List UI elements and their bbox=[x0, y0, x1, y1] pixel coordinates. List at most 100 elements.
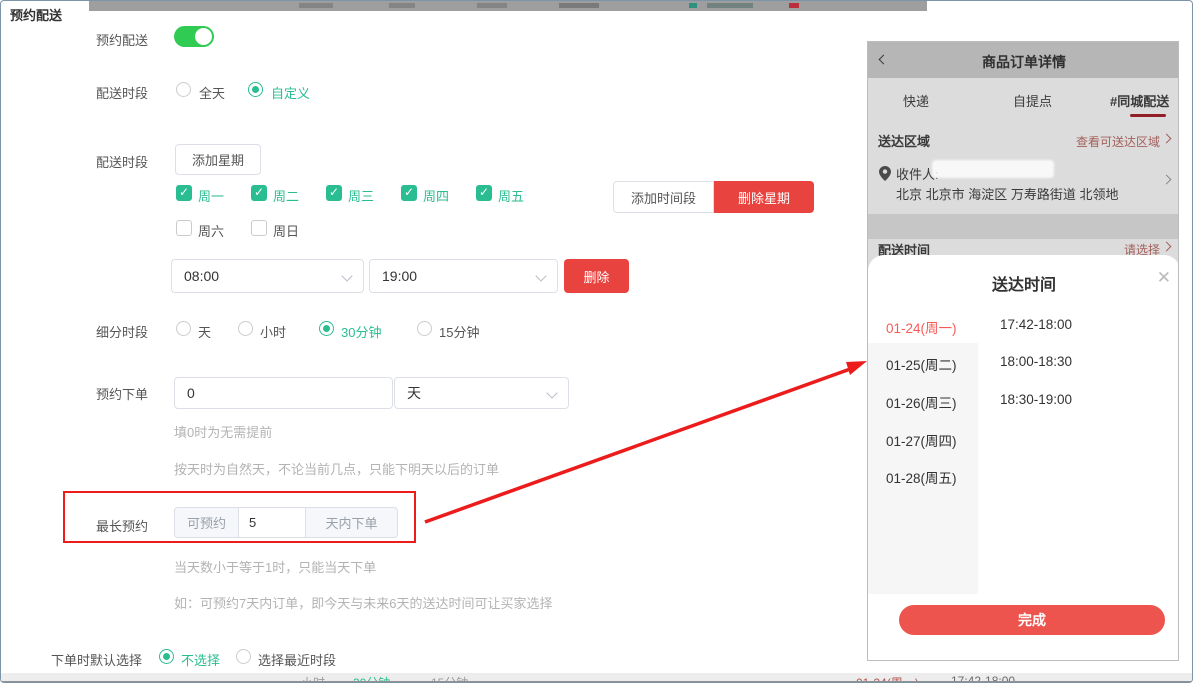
radio-custom[interactable] bbox=[248, 82, 263, 97]
background-bottom-sliver: 小时 30分钟 15分钟 01-24(周一) 17:42-18:00 bbox=[1, 673, 1193, 681]
checkbox-wednesday-label[interactable]: 周三 bbox=[348, 186, 374, 205]
radio-all-day[interactable] bbox=[176, 82, 191, 97]
period-row-label: 配送时段 bbox=[96, 83, 148, 102]
phone-preview: 商品订单详情 快递 自提点 #同城配送 送达区域 查看可送达区域 收件人: 北京… bbox=[867, 41, 1179, 661]
radio-day[interactable] bbox=[176, 321, 191, 336]
reservation-delivery-toggle[interactable] bbox=[174, 26, 214, 47]
screenshot-root: 预约配送 预约配送 配送时段 全天 自定义 配送时段 添加星期 周一 周二 周三… bbox=[0, 0, 1193, 683]
max-booking-prefix: 可预约 bbox=[174, 507, 238, 538]
max-booking-suffix: 天内下单 bbox=[306, 507, 398, 538]
end-time-value: 19:00 bbox=[382, 268, 417, 284]
background-red-mark bbox=[789, 3, 799, 8]
clipped-radio-label: 30分钟 bbox=[353, 674, 390, 681]
modal-title: 送达时间 bbox=[868, 271, 1179, 295]
date-item[interactable]: 01-28(周五) bbox=[886, 467, 957, 487]
radio-day-label[interactable]: 天 bbox=[198, 322, 211, 341]
done-button[interactable]: 完成 bbox=[899, 605, 1165, 635]
delivery-time-modal: 送达时间 ✕ 01-24(周一) 01-25(周二) 01-26(周三) 01-… bbox=[868, 255, 1179, 661]
checkbox-friday-label[interactable]: 周五 bbox=[498, 186, 524, 205]
checkbox-tuesday-label[interactable]: 周二 bbox=[273, 186, 299, 205]
checkbox-wednesday[interactable] bbox=[326, 185, 342, 201]
radio-custom-label[interactable]: 自定义 bbox=[271, 83, 310, 102]
radio-no-select-label[interactable]: 不选择 bbox=[181, 650, 220, 669]
background-top-sliver bbox=[89, 1, 927, 11]
clipped-radio-label: 小时 bbox=[301, 674, 325, 681]
add-week-button[interactable]: 添加星期 bbox=[175, 144, 261, 175]
chevron-right-icon bbox=[1162, 242, 1172, 252]
checkbox-friday[interactable] bbox=[476, 185, 492, 201]
granularity-row-label: 细分时段 bbox=[96, 322, 148, 341]
radio-30min-label[interactable]: 30分钟 bbox=[341, 322, 381, 341]
time-slot[interactable]: 18:30-19:00 bbox=[1000, 392, 1072, 407]
advance-days-input[interactable]: 0 bbox=[174, 377, 393, 409]
privacy-mask bbox=[932, 160, 1054, 178]
background-blob bbox=[477, 3, 507, 8]
end-time-select[interactable]: 19:00 bbox=[369, 259, 558, 293]
date-item[interactable]: 01-27(周四) bbox=[886, 430, 957, 450]
clipped-radio-label: 15分钟 bbox=[431, 674, 468, 681]
clipped-date-label: 01-24(周一) bbox=[856, 674, 919, 681]
radio-all-day-label[interactable]: 全天 bbox=[199, 83, 225, 102]
radio-no-select[interactable] bbox=[159, 649, 174, 664]
address-detail: 北京 北京市 海淀区 万寿路街道 北领地 bbox=[896, 184, 1118, 203]
add-timeslot-button[interactable]: 添加时间段 bbox=[613, 181, 714, 213]
radio-15min[interactable] bbox=[417, 321, 432, 336]
section-gap bbox=[868, 214, 1179, 239]
clipped-time-label: 17:42-18:00 bbox=[951, 674, 1015, 681]
max-booking-input[interactable]: 5 bbox=[238, 507, 306, 538]
checkbox-saturday[interactable] bbox=[176, 220, 192, 236]
background-blob bbox=[707, 3, 753, 8]
date-item[interactable]: 01-26(周三) bbox=[886, 392, 957, 412]
start-time-value: 08:00 bbox=[184, 268, 219, 284]
date-item[interactable]: 01-25(周二) bbox=[886, 354, 957, 374]
chevron-down-icon bbox=[341, 270, 352, 281]
toggle-knob bbox=[195, 28, 212, 45]
time-slot[interactable]: 17:42-18:00 bbox=[1000, 317, 1072, 332]
checkbox-sunday-label[interactable]: 周日 bbox=[273, 221, 299, 240]
delete-week-button[interactable]: 删除星期 bbox=[714, 181, 814, 213]
chevron-right-icon[interactable] bbox=[1162, 175, 1172, 185]
advance-unit-select[interactable]: 天 bbox=[394, 377, 569, 409]
checkbox-tuesday[interactable] bbox=[251, 185, 267, 201]
radio-30min[interactable] bbox=[319, 321, 334, 336]
start-time-select[interactable]: 08:00 bbox=[171, 259, 364, 293]
toggle-row-label: 预约配送 bbox=[96, 30, 148, 49]
radio-nearest-slot-label[interactable]: 选择最近时段 bbox=[258, 650, 336, 669]
background-checkbox-sliver bbox=[689, 3, 697, 8]
delete-timeslot-button[interactable]: 删除 bbox=[564, 259, 629, 293]
chevron-down-icon bbox=[535, 270, 546, 281]
chevron-down-icon bbox=[546, 387, 557, 398]
tab-pickup-point[interactable]: 自提点 bbox=[1013, 91, 1052, 110]
chevron-right-icon bbox=[1162, 134, 1172, 144]
tab-city-delivery[interactable]: #同城配送 bbox=[1110, 91, 1169, 110]
tab-express[interactable]: 快递 bbox=[903, 91, 929, 110]
location-pin-icon bbox=[879, 166, 891, 181]
checkbox-monday-label[interactable]: 周一 bbox=[198, 186, 224, 205]
checkbox-sunday[interactable] bbox=[251, 220, 267, 236]
advance-hint-1: 填0时为无需提前 bbox=[174, 422, 272, 441]
close-icon[interactable]: ✕ bbox=[1157, 268, 1171, 288]
checkbox-thursday[interactable] bbox=[401, 185, 417, 201]
background-blob bbox=[559, 3, 599, 8]
background-blob bbox=[299, 3, 333, 8]
date-item-selected[interactable]: 01-24(周一) bbox=[886, 317, 957, 337]
radio-15min-label[interactable]: 15分钟 bbox=[439, 322, 479, 341]
week-row-label: 配送时段 bbox=[96, 152, 148, 171]
radio-hour-label[interactable]: 小时 bbox=[260, 322, 286, 341]
time-slot[interactable]: 18:00-18:30 bbox=[1000, 354, 1072, 369]
checkbox-saturday-label[interactable]: 周六 bbox=[198, 221, 224, 240]
phone-header-title: 商品订单详情 bbox=[868, 52, 1179, 72]
max-booking-hint-2: 如：可预约7天内订单，即今天与未来6天的送达时间可让买家选择 bbox=[174, 593, 552, 612]
advance-order-label: 预约下单 bbox=[96, 384, 148, 403]
active-tab-underline bbox=[1130, 114, 1166, 117]
background-blob bbox=[389, 3, 415, 8]
delivery-area-action[interactable]: 查看可送达区域 bbox=[1076, 133, 1160, 150]
max-booking-hint-1: 当天数小于等于1时，只能当天下单 bbox=[174, 557, 376, 576]
checkbox-thursday-label[interactable]: 周四 bbox=[423, 186, 449, 205]
delivery-area-label: 送达区域 bbox=[878, 131, 930, 150]
max-booking-group: 可预约 5 天内下单 bbox=[174, 507, 398, 538]
checkbox-monday[interactable] bbox=[176, 185, 192, 201]
radio-nearest-slot[interactable] bbox=[236, 649, 251, 664]
advance-unit-value: 天 bbox=[407, 383, 421, 403]
radio-hour[interactable] bbox=[238, 321, 253, 336]
